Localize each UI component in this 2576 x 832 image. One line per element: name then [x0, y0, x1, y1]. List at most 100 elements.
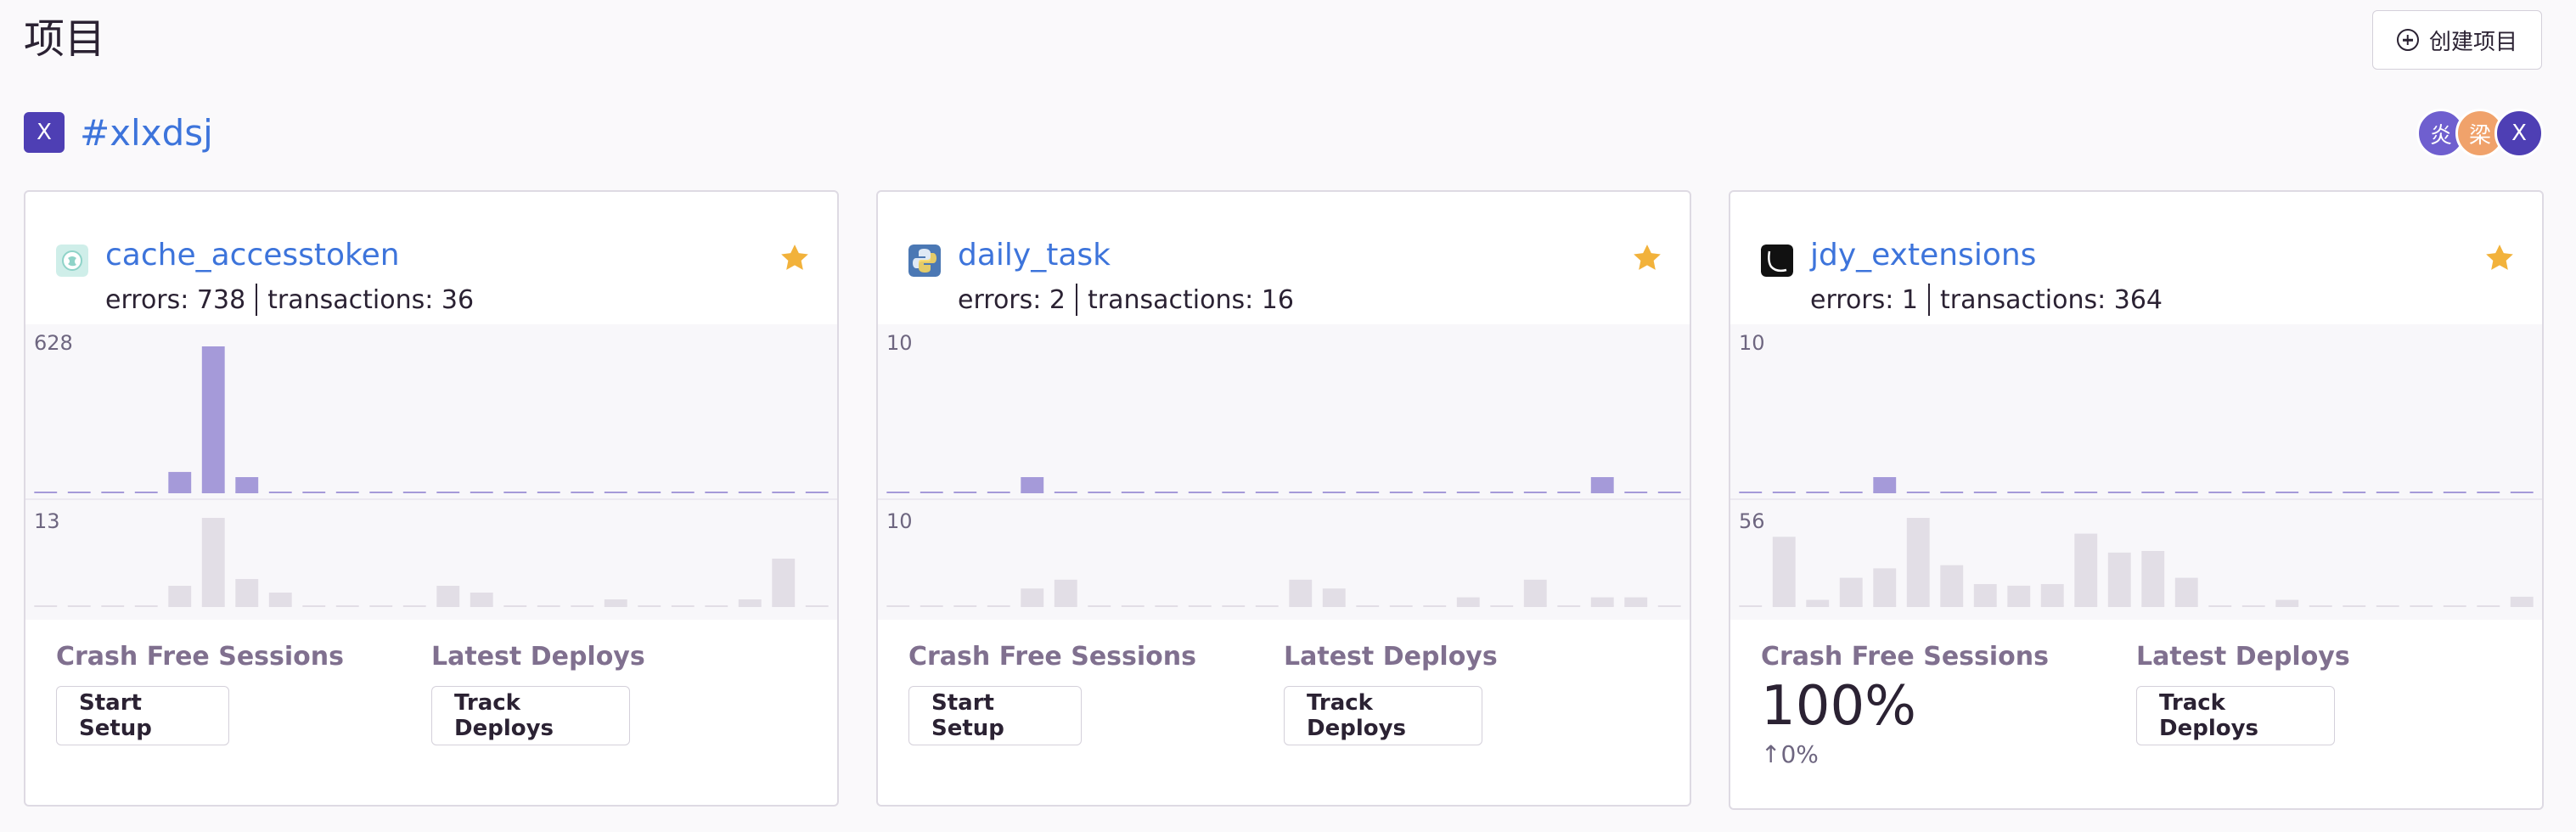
sparkline-svg: 628 13 [25, 331, 837, 607]
crash-free-label: Crash Free Sessions [56, 642, 344, 672]
errors-count: errors: 738 [105, 284, 246, 315]
transactions-bar[interactable] [1021, 588, 1044, 606]
transactions-bar[interactable] [235, 579, 259, 606]
track-deploys-button[interactable]: Track Deploys [431, 686, 630, 745]
transactions-bar[interactable] [2007, 585, 2031, 606]
sparkline-svg: 10 10 [878, 331, 1690, 607]
star-icon[interactable] [778, 241, 812, 275]
transactions-max-label: 10 [886, 509, 913, 533]
project-stats: errors: 738 transactions: 36 [105, 284, 474, 316]
deploys-label: Latest Deploys [431, 642, 645, 672]
transactions-max-label: 13 [34, 509, 60, 533]
project-footer: Crash Free Sessions 100% ↑0% Latest Depl… [1761, 640, 2517, 793]
project-chart: 628 13 [25, 324, 837, 620]
transactions-bar[interactable] [2141, 551, 2165, 606]
errors-bar[interactable] [1873, 477, 1897, 492]
transactions-bar[interactable] [2510, 596, 2534, 606]
deploys-label: Latest Deploys [2136, 642, 2350, 672]
deploys-label: Latest Deploys [1284, 642, 1498, 672]
transactions-max-label: 56 [1739, 509, 1765, 533]
transactions-bar[interactable] [1590, 597, 1614, 606]
transactions-bar[interactable] [2275, 599, 2299, 606]
errors-bar[interactable] [235, 477, 259, 492]
transactions-bar[interactable] [2074, 533, 2098, 606]
team-header: X #xlxdsj [24, 110, 213, 155]
project-card: cache_accesstoken errors: 738 transactio… [24, 190, 839, 807]
errors-max-label: 628 [34, 331, 73, 355]
track-deploys-button[interactable]: Track Deploys [1284, 686, 1482, 745]
transactions-bar[interactable] [1906, 518, 1930, 606]
transactions-bar[interactable] [772, 559, 796, 606]
errors-max-label: 10 [1739, 331, 1765, 355]
transactions-bar[interactable] [168, 586, 192, 606]
create-project-button[interactable]: 创建项目 [2372, 10, 2542, 70]
errors-max-label: 10 [886, 331, 913, 355]
crash-free-label: Crash Free Sessions [908, 642, 1196, 672]
transactions-bar[interactable] [436, 586, 460, 606]
project-chart: 10 10 [878, 324, 1690, 620]
transactions-count: transactions: 16 [1088, 284, 1294, 315]
create-project-label: 创建项目 [2428, 29, 2517, 55]
errors-bar[interactable] [201, 346, 225, 492]
project-footer: Crash Free Sessions Start Setup Latest D… [908, 640, 1664, 793]
divider [1928, 284, 1930, 316]
crash-free-change: ↑0% [1761, 740, 1819, 768]
project-name-link[interactable]: daily_task [958, 238, 1111, 273]
start-setup-button[interactable]: Start Setup [56, 686, 229, 745]
team-avatar: X [24, 112, 65, 153]
transactions-bar[interactable] [738, 599, 762, 606]
start-setup-button[interactable]: Start Setup [908, 686, 1082, 745]
errors-bar[interactable] [1590, 477, 1614, 492]
project-chart: 10 56 [1730, 324, 2542, 620]
transactions-bar[interactable] [2174, 577, 2198, 606]
divider [1076, 284, 1077, 316]
team-members: 炎 梁 X [2416, 109, 2544, 158]
track-deploys-button[interactable]: Track Deploys [2136, 686, 2335, 745]
team-name-link[interactable]: #xlxdsj [80, 112, 213, 154]
deploys-section: Latest Deploys Track Deploys [431, 640, 645, 745]
page-title: 项目 [24, 15, 106, 63]
transactions-bar[interactable] [2040, 584, 2064, 606]
crash-free-section: Crash Free Sessions 100% ↑0% [1761, 640, 2049, 768]
deploys-section: Latest Deploys Track Deploys [2136, 640, 2350, 745]
transactions-count: transactions: 364 [1940, 284, 2163, 315]
errors-bar[interactable] [1021, 477, 1044, 492]
project-card: daily_task errors: 2 transactions: 16 10… [876, 190, 1691, 807]
crash-free-section: Crash Free Sessions Start Setup [56, 640, 344, 745]
transactions-bar[interactable] [1624, 597, 1648, 606]
transactions-bar[interactable] [1873, 568, 1897, 606]
errors-count: errors: 2 [958, 284, 1066, 315]
python-icon [908, 245, 941, 277]
deploys-section: Latest Deploys Track Deploys [1284, 640, 1498, 745]
project-name-link[interactable]: cache_accesstoken [105, 238, 400, 273]
star-icon[interactable] [2483, 241, 2517, 275]
star-icon[interactable] [1630, 241, 1664, 275]
crash-free-section: Crash Free Sessions Start Setup [908, 640, 1196, 745]
transactions-bar[interactable] [1289, 579, 1313, 606]
project-stats: errors: 1 transactions: 364 [1810, 284, 2163, 316]
transactions-bar[interactable] [1806, 599, 1830, 606]
add-circle-icon [2396, 29, 2419, 51]
project-footer: Crash Free Sessions Start Setup Latest D… [56, 640, 812, 793]
transactions-bar[interactable] [470, 593, 493, 606]
transactions-bar[interactable] [2107, 552, 2131, 606]
transactions-bar[interactable] [1456, 597, 1480, 606]
transactions-bar[interactable] [604, 599, 627, 606]
member-avatar[interactable]: X [2494, 109, 2544, 158]
project-name-link[interactable]: jdy_extensions [1810, 238, 2036, 273]
crash-free-value: 100% [1761, 675, 1916, 738]
errors-bar[interactable] [168, 471, 192, 492]
transactions-bar[interactable] [1973, 584, 1997, 606]
transactions-bar[interactable] [1772, 537, 1796, 606]
transactions-bar[interactable] [1940, 565, 1964, 606]
crash-free-label: Crash Free Sessions [1761, 642, 2049, 672]
transactions-bar[interactable] [1322, 588, 1346, 606]
transactions-bar[interactable] [201, 518, 225, 606]
transactions-bar[interactable] [268, 593, 292, 606]
divider [256, 284, 258, 316]
transactions-bar[interactable] [1839, 577, 1863, 606]
transactions-bar[interactable] [1523, 579, 1547, 606]
transactions-count: transactions: 36 [267, 284, 475, 315]
project-card: jdy_extensions errors: 1 transactions: 3… [1729, 190, 2544, 810]
transactions-bar[interactable] [1054, 579, 1077, 606]
